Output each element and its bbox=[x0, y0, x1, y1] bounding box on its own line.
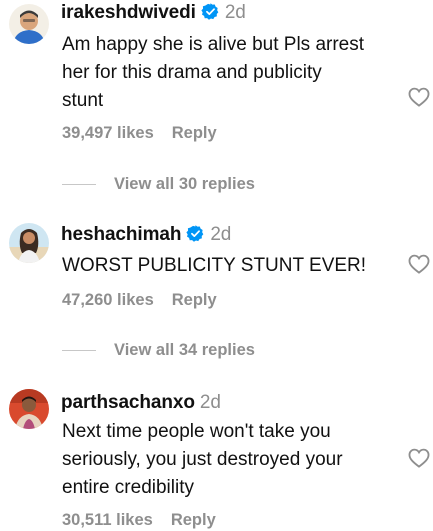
comment-time: 2d bbox=[210, 224, 232, 245]
comment-time: 2d bbox=[199, 392, 221, 413]
heart-outline-icon[interactable] bbox=[408, 254, 430, 274]
avatar[interactable] bbox=[9, 389, 49, 429]
verified-badge-icon bbox=[201, 2, 220, 27]
verified-badge-icon bbox=[186, 224, 205, 249]
heart-outline-icon[interactable] bbox=[408, 448, 430, 468]
comment-text: WORST PUBLICITY STUNT EVER! bbox=[62, 252, 392, 280]
username-text[interactable]: parthsachanxo bbox=[61, 392, 195, 413]
comment-text-line: WORST PUBLICITY STUNT EVER! bbox=[62, 255, 367, 276]
username-text[interactable]: heshachimah bbox=[61, 224, 181, 245]
comment-text-line: seriously, you just destroyed your bbox=[62, 449, 343, 470]
avatar[interactable] bbox=[9, 4, 49, 44]
reply-button[interactable]: Reply bbox=[172, 291, 217, 309]
comment-text-line: stunt bbox=[62, 90, 104, 111]
comment-username[interactable]: parthsachanxo 2d bbox=[61, 392, 221, 414]
comment-text: Am happy she is alive but Pls arrest her… bbox=[62, 31, 392, 115]
avatar[interactable] bbox=[9, 223, 49, 263]
comment-text-line: her for this drama and publicity bbox=[62, 62, 322, 83]
comment-text-line: entire credibility bbox=[62, 477, 194, 498]
reply-button[interactable]: Reply bbox=[172, 124, 217, 142]
replies-divider bbox=[62, 350, 96, 351]
reply-button[interactable]: Reply bbox=[171, 511, 216, 529]
view-replies-button[interactable]: View all 30 replies bbox=[62, 175, 255, 195]
comment-text: Next time people won't take you seriousl… bbox=[62, 418, 392, 502]
replies-divider bbox=[62, 184, 96, 185]
view-replies-label[interactable]: View all 34 replies bbox=[114, 341, 255, 359]
comment-meta: 47,260 likes Reply bbox=[62, 291, 217, 310]
comment-text-line: Next time people won't take you bbox=[62, 421, 331, 442]
comment-text-line: Am happy she is alive but Pls arrest bbox=[62, 34, 365, 55]
comment-username[interactable]: irakeshdwivedi 2d bbox=[61, 2, 246, 27]
comment-meta: 30,511 likes Reply bbox=[62, 511, 216, 530]
view-replies-button[interactable]: View all 34 replies bbox=[62, 341, 255, 361]
comment-username[interactable]: heshachimah 2d bbox=[61, 224, 231, 249]
likes-count[interactable]: 30,511 likes bbox=[62, 511, 153, 529]
likes-count[interactable]: 39,497 likes bbox=[62, 124, 154, 142]
heart-outline-icon[interactable] bbox=[408, 87, 430, 107]
likes-count[interactable]: 47,260 likes bbox=[62, 291, 154, 309]
username-text[interactable]: irakeshdwivedi bbox=[61, 2, 196, 23]
comment-time: 2d bbox=[224, 2, 246, 23]
view-replies-label[interactable]: View all 30 replies bbox=[114, 175, 255, 193]
comment-meta: 39,497 likes Reply bbox=[62, 124, 217, 143]
